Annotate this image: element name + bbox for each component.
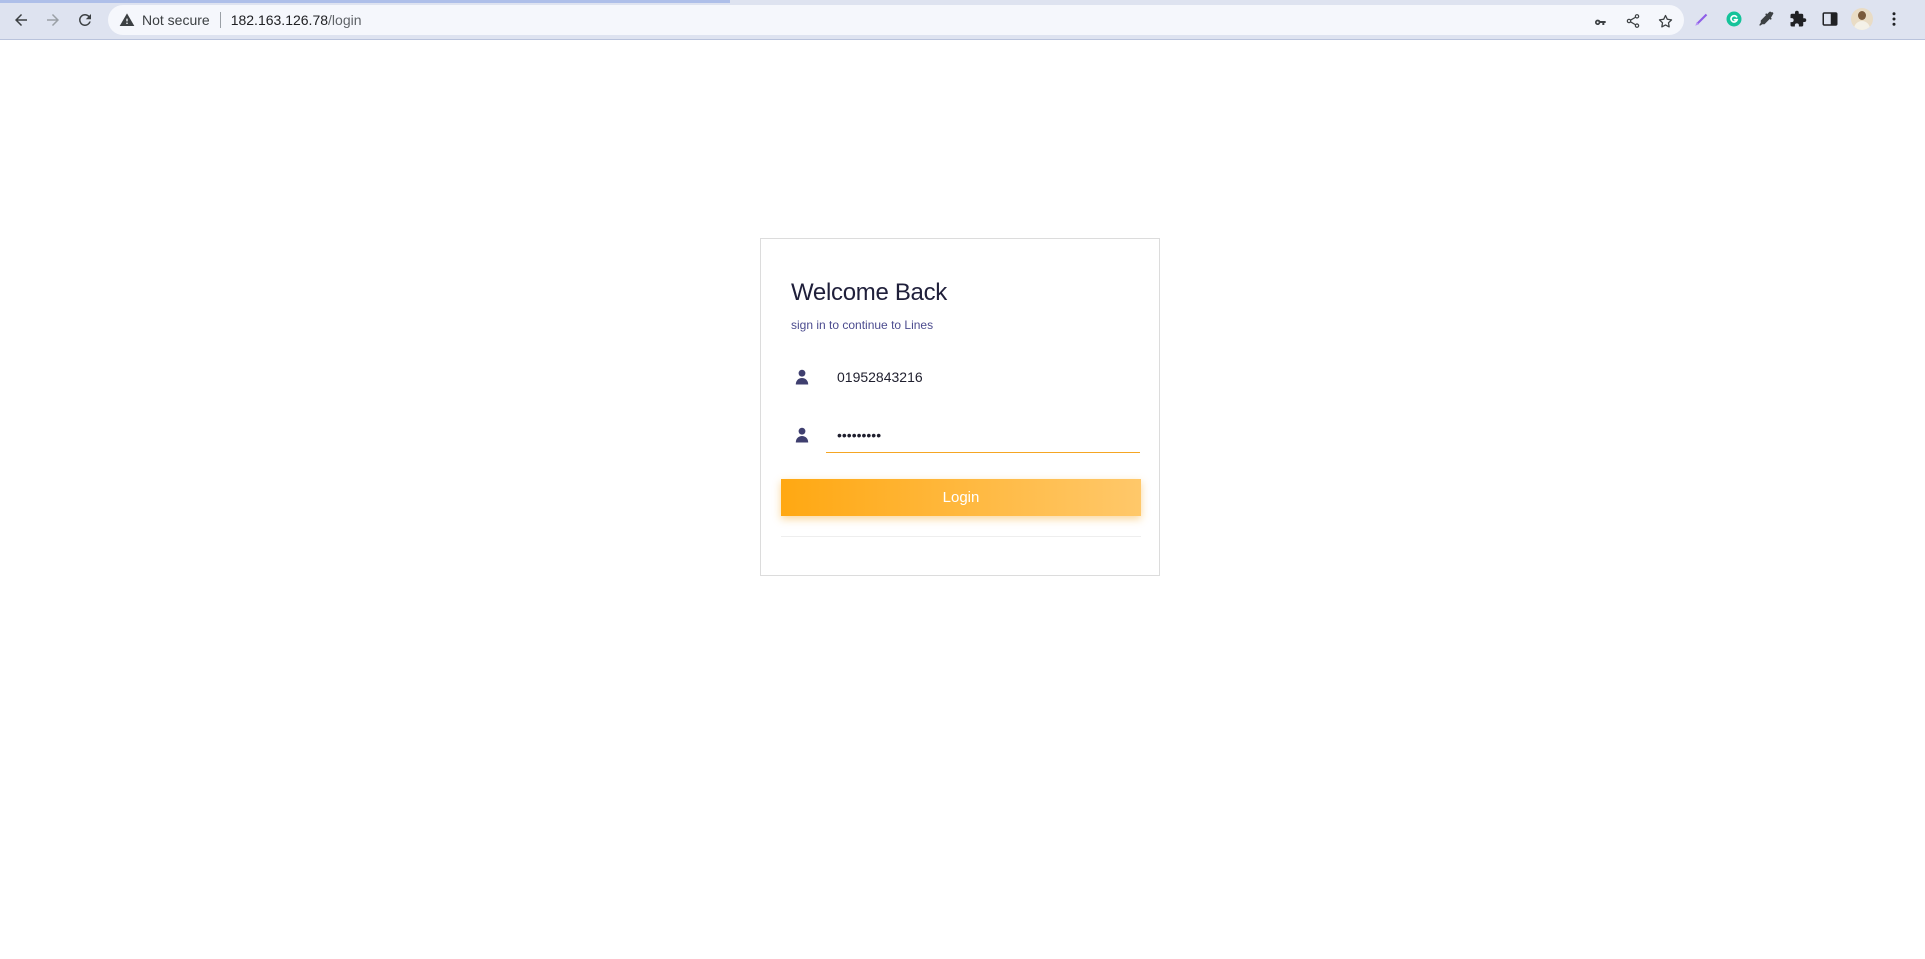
extensions-area: [1691, 8, 1905, 30]
reload-icon[interactable]: [73, 8, 97, 32]
login-card: Welcome Back sign in to continue to Line…: [760, 238, 1160, 576]
page-subtitle: sign in to continue to Lines: [791, 318, 934, 332]
kebab-menu-icon[interactable]: [1883, 8, 1905, 30]
share-icon[interactable]: [1622, 10, 1644, 32]
eyedropper-extension-icon[interactable]: [1755, 8, 1777, 30]
grammarly-extension-icon[interactable]: [1723, 8, 1745, 30]
login-button[interactable]: Login: [781, 479, 1141, 516]
side-panel-icon[interactable]: [1819, 8, 1841, 30]
url-path[interactable]: /login: [328, 12, 361, 28]
card-divider: [781, 536, 1141, 537]
avatar-image: [1851, 8, 1873, 30]
address-bar[interactable]: Not secure 182.163.126.78/login: [108, 5, 1684, 35]
address-bar-actions: [1590, 10, 1676, 32]
security-status-label[interactable]: Not secure: [142, 12, 210, 28]
warning-triangle-icon[interactable]: [118, 11, 136, 29]
back-arrow-icon[interactable]: [9, 8, 33, 32]
page-load-progress: [0, 0, 730, 3]
phone-input[interactable]: [826, 359, 1140, 395]
profile-avatar[interactable]: [1851, 8, 1873, 30]
extensions-puzzle-icon[interactable]: [1787, 8, 1809, 30]
password-input[interactable]: [826, 417, 1140, 453]
browser-toolbar: Not secure 182.163.126.78/login: [0, 0, 1925, 40]
page-title: Welcome Back: [791, 279, 948, 306]
user-icon: [795, 427, 809, 443]
user-icon: [795, 369, 809, 385]
bookmark-star-icon[interactable]: [1654, 10, 1676, 32]
url-host[interactable]: 182.163.126.78: [231, 12, 328, 28]
address-separator: [219, 12, 221, 28]
phone-field-row: [781, 359, 1141, 395]
key-icon[interactable]: [1590, 10, 1612, 32]
pen-extension-icon[interactable]: [1691, 8, 1713, 30]
forward-arrow-icon[interactable]: [41, 8, 65, 32]
password-field-row: [781, 417, 1141, 453]
